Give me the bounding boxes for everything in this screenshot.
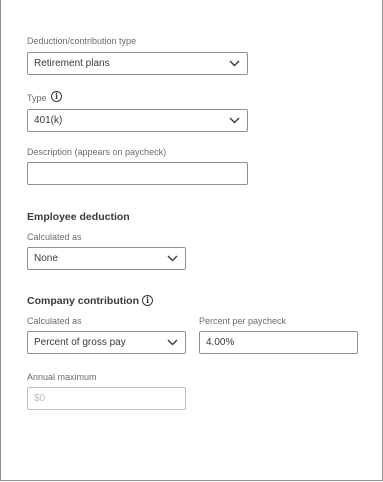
type-select[interactable]: 401(k) (27, 109, 248, 132)
annual-maximum-label: Annual maximum (27, 372, 97, 382)
company-contribution-heading: Company contribution (27, 295, 139, 307)
description-input[interactable] (27, 162, 248, 185)
chevron-down-icon (167, 255, 178, 262)
deduction-type-label: Deduction/contribution type (27, 36, 137, 46)
deduction-type-select[interactable]: Retirement plans (27, 52, 248, 75)
deduction-type-value: Retirement plans (34, 58, 110, 69)
company-calculated-label: Calculated as (27, 316, 82, 326)
annual-maximum-placeholder: $0 (34, 393, 46, 404)
chevron-down-icon (229, 60, 240, 67)
employee-calculated-select[interactable]: None (27, 247, 186, 270)
type-label: Type (27, 93, 47, 103)
info-icon[interactable]: i (142, 295, 153, 306)
deduction-form-panel: Deduction/contribution type Retirement p… (0, 0, 383, 481)
employee-deduction-heading: Employee deduction (27, 211, 130, 223)
percent-per-paycheck-value: 4.00% (206, 337, 235, 348)
chevron-down-icon (167, 339, 178, 346)
company-calculated-value: Percent of gross pay (34, 337, 126, 348)
description-label: Description (appears on paycheck) (27, 147, 167, 157)
chevron-down-icon (229, 117, 240, 124)
employee-calculated-label: Calculated as (27, 232, 82, 242)
company-calculated-select[interactable]: Percent of gross pay (27, 331, 186, 354)
annual-maximum-input[interactable]: $0 (27, 387, 186, 410)
percent-per-paycheck-label: Percent per paycheck (199, 316, 287, 326)
employee-calculated-value: None (34, 253, 58, 264)
type-value: 401(k) (34, 115, 63, 126)
percent-per-paycheck-input[interactable]: 4.00% (199, 331, 358, 354)
info-icon[interactable]: i (51, 91, 62, 102)
